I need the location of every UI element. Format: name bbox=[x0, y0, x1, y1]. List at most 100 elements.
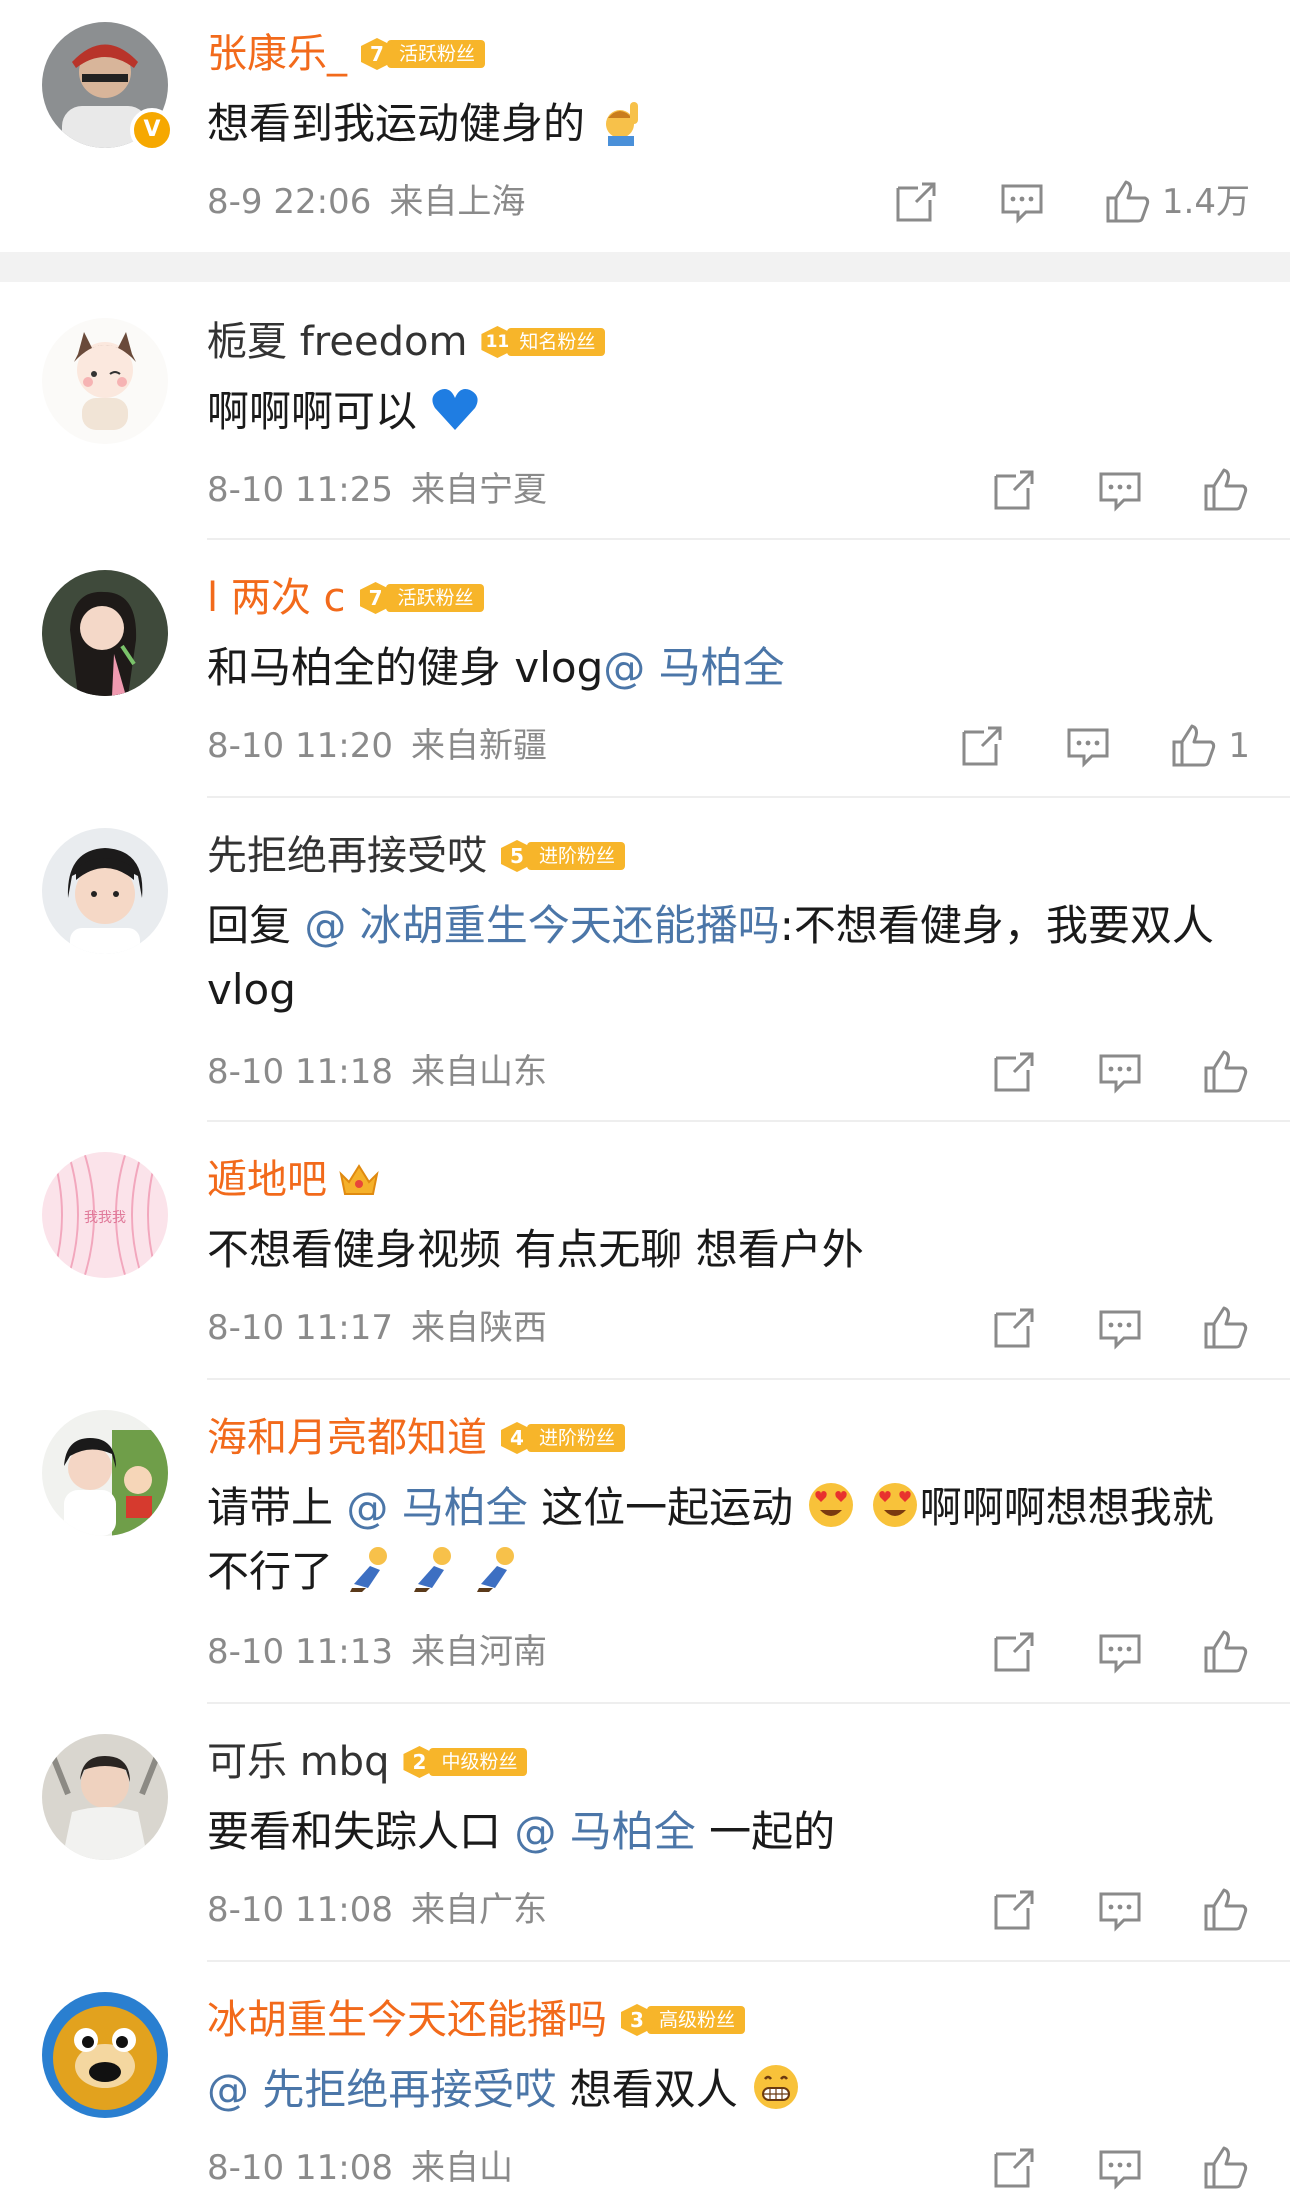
username-row: l 两次 c 7 活跃粉丝 bbox=[207, 574, 484, 622]
fan-badge: 11 知名粉丝 bbox=[481, 326, 606, 358]
username[interactable]: 可乐 mbq bbox=[207, 1738, 389, 1786]
comment-location: 来自广东 bbox=[410, 1890, 547, 1930]
fan-label: 中级粉丝 bbox=[429, 1748, 528, 1776]
blue-heart-emoji-icon bbox=[432, 389, 478, 430]
comment-time: 8-10 11:13 bbox=[207, 1632, 393, 1672]
fan-badge: 5 进阶粉丝 bbox=[501, 840, 626, 872]
comment-actions bbox=[932, 2144, 1250, 2192]
comment-time: 8-10 11:08 bbox=[207, 2148, 393, 2188]
username[interactable]: 张康乐_ bbox=[207, 30, 347, 78]
fan-label: 活跃粉丝 bbox=[387, 40, 486, 68]
mention-link[interactable]: @ 马柏全 bbox=[514, 1807, 695, 1856]
like-icon[interactable] bbox=[1104, 178, 1152, 226]
like-icon[interactable] bbox=[1202, 1304, 1250, 1352]
kneeling-person-emoji-icon bbox=[350, 1547, 388, 1592]
comment-location: 来自上海 bbox=[389, 182, 526, 222]
avatar[interactable] bbox=[42, 1992, 168, 2118]
comment-text: 啊啊啊可以 bbox=[207, 380, 1247, 444]
comment-text-content: 一起的 bbox=[695, 1807, 836, 1856]
username[interactable]: 遁地吧 bbox=[207, 1156, 327, 1204]
comment-location: 来自新疆 bbox=[410, 726, 547, 766]
comment-text-content: 想看双人 bbox=[556, 2065, 738, 2114]
comment-divider bbox=[207, 1702, 1290, 1704]
comment-actions bbox=[932, 1628, 1250, 1676]
comment-time: 8-10 11:18 bbox=[207, 1052, 393, 1092]
comment-meta: 8-10 11:08 来自山 bbox=[207, 2146, 513, 2190]
comment-text-content: 要看和失踪人口 bbox=[207, 1807, 515, 1856]
like-icon[interactable] bbox=[1202, 2144, 1250, 2192]
person-raising-hand-emoji-icon bbox=[606, 102, 639, 146]
share-icon[interactable] bbox=[892, 178, 940, 226]
username[interactable]: 海和月亮都知道 bbox=[207, 1414, 487, 1462]
avatar[interactable] bbox=[42, 1734, 168, 1860]
share-icon[interactable] bbox=[990, 2144, 1038, 2192]
comment-icon[interactable] bbox=[1096, 1048, 1144, 1096]
like-count: 1.4万 bbox=[1161, 182, 1250, 222]
username[interactable]: 先拒绝再接受哎 bbox=[207, 832, 487, 880]
like-icon[interactable] bbox=[1202, 1886, 1250, 1934]
heart-eyes-emoji-icon bbox=[872, 1483, 917, 1527]
share-icon[interactable] bbox=[990, 1886, 1038, 1934]
kneeling-person-emoji-icon bbox=[477, 1547, 515, 1592]
heart-eyes-emoji-icon bbox=[809, 1483, 854, 1527]
verified-badge-icon: V bbox=[130, 108, 174, 152]
fan-label: 进阶粉丝 bbox=[527, 842, 626, 870]
comment-actions bbox=[932, 1304, 1250, 1352]
comment-actions bbox=[932, 1886, 1250, 1934]
comment-text: 回复 @ 冰胡重生今天还能播吗:不想看健身，我要双人 vlog bbox=[207, 894, 1247, 1022]
like-icon[interactable] bbox=[1202, 1628, 1250, 1676]
mention-link[interactable]: @ 冰胡重生今天还能播吗 bbox=[304, 901, 779, 950]
reply-prefix: 回复 bbox=[207, 901, 305, 950]
username[interactable]: 冰胡重生今天还能播吗 bbox=[207, 1996, 607, 2044]
username-row: 冰胡重生今天还能播吗 3 高级粉丝 bbox=[207, 1996, 746, 2044]
comment-icon[interactable] bbox=[1096, 466, 1144, 514]
avatar[interactable] bbox=[42, 570, 168, 696]
avatar[interactable] bbox=[42, 318, 168, 444]
avatar[interactable]: 我我我 bbox=[42, 1152, 168, 1278]
mention-link[interactable]: @ 马柏全 bbox=[346, 1483, 527, 1532]
comment-icon[interactable] bbox=[1096, 1628, 1144, 1676]
comment-time: 8-10 11:20 bbox=[207, 726, 393, 766]
comment-location: 来自河南 bbox=[410, 1632, 547, 1672]
comment-text-content: 啊啊啊可以 bbox=[207, 387, 418, 436]
share-icon[interactable] bbox=[990, 1048, 1038, 1096]
avatar[interactable] bbox=[42, 1410, 168, 1536]
comment-icon[interactable] bbox=[1096, 1304, 1144, 1352]
comment-time: 8-10 11:08 bbox=[207, 1890, 393, 1930]
like-icon[interactable] bbox=[1202, 1048, 1250, 1096]
kneeling-person-emoji-icon bbox=[413, 1547, 451, 1592]
comment-time: 8-9 22:06 bbox=[207, 182, 372, 222]
like-count: 1 bbox=[1228, 726, 1250, 766]
like-icon[interactable] bbox=[1170, 722, 1218, 770]
comment-meta: 8-10 11:25 来自宁夏 bbox=[207, 468, 547, 512]
username-row: 先拒绝再接受哎 5 进阶粉丝 bbox=[207, 832, 626, 880]
share-icon[interactable] bbox=[990, 1304, 1038, 1352]
comment-icon[interactable] bbox=[1096, 1886, 1144, 1934]
comment-meta: 8-9 22:06 来自上海 bbox=[207, 180, 525, 224]
fan-badge: 7 活跃粉丝 bbox=[359, 582, 484, 614]
share-icon[interactable] bbox=[990, 1628, 1038, 1676]
fan-label: 知名粉丝 bbox=[507, 328, 606, 356]
comment-meta: 8-10 11:20 来自新疆 bbox=[207, 724, 547, 768]
comment-actions: 1.4万 bbox=[834, 178, 1250, 226]
comment-icon[interactable] bbox=[1096, 2144, 1144, 2192]
share-icon[interactable] bbox=[958, 722, 1006, 770]
comment-divider bbox=[207, 796, 1290, 798]
share-icon[interactable] bbox=[990, 466, 1038, 514]
comment-text: 要看和失踪人口 @ 马柏全 一起的 bbox=[207, 1800, 1247, 1864]
comment-icon[interactable] bbox=[1064, 722, 1112, 770]
mention-link[interactable]: @ 马柏全 bbox=[603, 643, 784, 692]
mention-link[interactable]: @ 先拒绝再接受哎 bbox=[207, 2065, 556, 2114]
comment-icon[interactable] bbox=[998, 178, 1046, 226]
username[interactable]: l 两次 c bbox=[207, 574, 346, 622]
like-icon[interactable] bbox=[1202, 466, 1250, 514]
comment-actions bbox=[932, 1048, 1250, 1096]
username[interactable]: 栀夏 freedom bbox=[207, 318, 467, 366]
comment-divider bbox=[207, 1960, 1290, 1962]
comment-divider bbox=[207, 1120, 1290, 1122]
comment-meta: 8-10 11:18 来自山东 bbox=[207, 1050, 547, 1094]
avatar[interactable] bbox=[42, 828, 168, 954]
comment-meta: 8-10 11:17 来自陕西 bbox=[207, 1306, 547, 1350]
comment-text-content: 和马柏全的健身 vlog bbox=[207, 643, 604, 692]
comment-text: 和马柏全的健身 vlog@ 马柏全 bbox=[207, 636, 1247, 700]
